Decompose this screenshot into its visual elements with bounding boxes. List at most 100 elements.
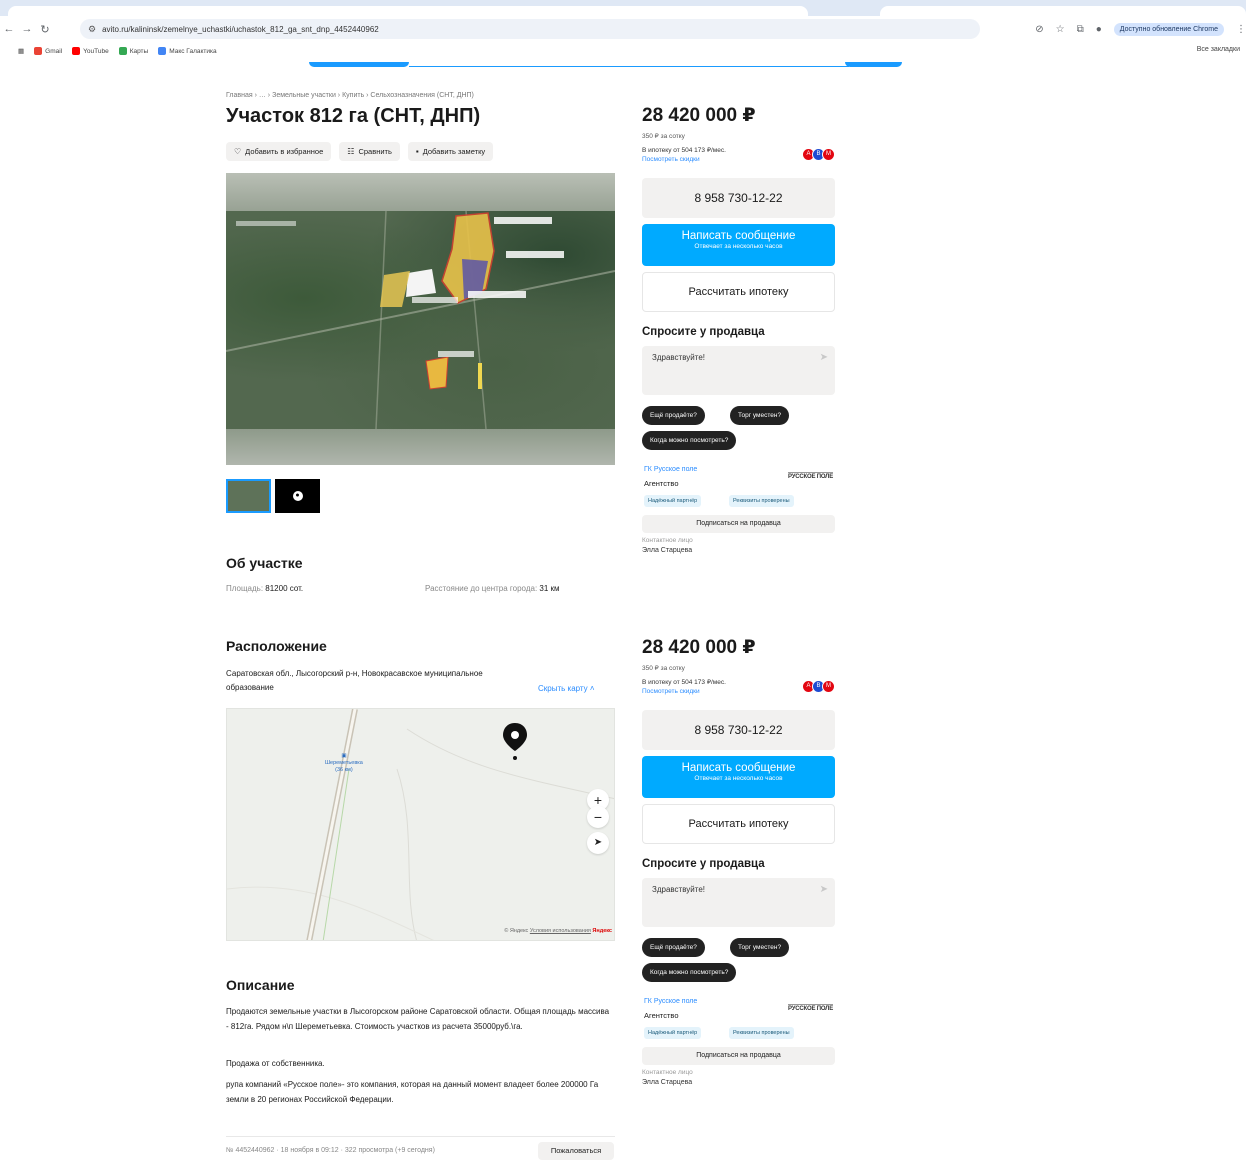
browser-tabstrip [0,0,1246,16]
complain-button[interactable]: Пожаловаться [538,1142,614,1160]
all-bookmarks[interactable]: Все закладки [1197,46,1240,53]
about-heading: Об участке [226,555,303,571]
youtube-icon [72,47,81,55]
site-info-icon[interactable]: ⚙ [88,24,96,35]
page-title: Участок 812 га (СНТ, ДНП) [226,105,481,127]
write-message-button[interactable]: Написать сообщение Отвечает за несколько… [642,224,835,266]
seller-logo[interactable]: РУССКОЕ ПОЛЕ [788,472,833,480]
badge-reliable: Надёжный партнёр [644,1027,702,1039]
bookmark-youtube[interactable]: YouTube [72,47,109,55]
discounts-link[interactable]: Посмотреть скидки [642,687,726,696]
location-map[interactable]: ▣ Шереметьевка (36 км) + − ➤ © Яндекс Ус… [226,708,615,941]
chip-when-to-view[interactable]: Когда можно посмотреть? [642,963,737,982]
bookmark-gmail[interactable]: Gmail [34,47,62,55]
compare-button[interactable]: ☷ Сравнить [339,142,400,161]
extensions-icon[interactable]: ⧉ [1077,24,1084,35]
discounts-link[interactable]: Посмотреть скидки [642,155,726,164]
browser-tab-active[interactable] [8,6,808,16]
heart-icon: ♡ [234,147,242,156]
seller-type: Агентство [644,479,679,488]
photo-thumbnails: ● [226,479,320,513]
map-terms-link[interactable]: Условия использования [530,928,591,934]
description-paragraph: Продажа от собственника. [226,1059,325,1068]
location-heading: Расположение [226,638,327,654]
write-message-button[interactable]: Написать сообщение Отвечает за несколько… [642,756,835,798]
distance-row: Расстояние до центра города: 31 км [425,584,560,593]
menu-icon[interactable]: ⋮ [1236,24,1246,35]
price: 28 420 000 ₽ [642,637,756,658]
bank-icon: М [822,148,835,161]
bank-logos: А В М [802,148,835,161]
thumbnail-photo[interactable] [226,479,271,513]
ask-seller-input[interactable]: Здравствуйте! ➤ [642,346,835,395]
area-value: 81200 сот. [265,584,304,593]
description-paragraph: Продаются земельные участки в Лысогорско… [226,1007,610,1031]
locate-button[interactable]: ➤ [587,832,609,854]
bookmark-star-icon[interactable]: ☆ [1056,24,1065,35]
subscribe-button[interactable]: Подписаться на продавца [642,515,835,533]
profile-icon[interactable]: ● [1096,24,1102,35]
contact-label: Контактное лицо [642,1069,693,1076]
gmail-icon [34,47,43,55]
area-row: Площадь: 81200 сот. [226,584,304,593]
add-note-button[interactable]: ▪ Добавить заметку [407,142,494,161]
bookmark-maps[interactable]: Карты [118,47,148,55]
back-icon[interactable]: ← [0,23,18,35]
mortgage-info: В ипотеку от 504 173 ₽/мес. Посмотреть с… [642,147,726,164]
calculate-mortgage-button[interactable]: Рассчитать ипотеку [642,272,835,312]
reload-icon[interactable]: ↻ [36,23,54,36]
phone-button[interactable]: 8 958 730-12-22 [642,178,835,218]
seller-name-link[interactable]: ГК Русское поле [644,466,697,473]
translate-icon[interactable]: ⊘ [1035,24,1043,35]
satellite-image [226,210,615,430]
bank-icon: М [822,680,835,693]
distance-value: 31 км [539,584,560,593]
subscribe-button[interactable]: Подписаться на продавца [642,1047,835,1065]
bookmark-maks[interactable]: Макс Галактика [158,47,217,55]
map-attribution: © Яндекс Условия использования Яндекс [504,928,612,934]
listing-photo[interactable] [226,173,615,465]
browser-tab[interactable] [880,6,1246,16]
header-button-stub[interactable] [309,62,409,67]
send-icon[interactable]: ➤ [820,884,828,895]
calculate-mortgage-button[interactable]: Рассчитать ипотеку [642,804,835,844]
divider [226,1136,615,1137]
ask-seller-heading: Спросите у продавца [642,858,765,870]
seller-name-link[interactable]: ГК Русское поле [644,998,697,1005]
badge-reliable: Надёжный партнёр [644,495,702,507]
chip-still-selling[interactable]: Ещё продаёте? [642,938,705,957]
price-per-unit: 350 ₽ за сотку [642,133,685,140]
send-icon[interactable]: ➤ [820,352,828,363]
seller-logo[interactable]: РУССКОЕ ПОЛЕ [788,1004,833,1012]
address: Саратовская обл., Лысогорский р-н, Новок… [226,669,483,692]
header-search-button-stub[interactable] [845,62,902,67]
chip-when-to-view[interactable]: Когда можно посмотреть? [642,431,737,450]
breadcrumb[interactable]: Главная › … › Земельные участки › Купить… [226,92,474,99]
bank-logos: А В М [802,680,835,693]
ask-seller-input[interactable]: Здравствуйте! ➤ [642,878,835,927]
chip-bargain[interactable]: Торг уместен? [730,406,790,425]
camera-icon: ● [292,491,303,501]
badge-verified: Реквизиты проверены [729,495,794,507]
sidebar-card-sticky: 28 420 000 ₽ 350 ₽ за сотку В ипотеку от… [642,636,835,1116]
compare-icon: ☷ [347,147,355,156]
map-pin-icon [503,723,527,760]
apps-icon[interactable]: ▦ [18,47,24,55]
browser-toolbar: ← → ↻ ⚙ avito.ru/kalininsk/zemelnye_ucha… [0,16,1246,42]
phone-button[interactable]: 8 958 730-12-22 [642,710,835,750]
zoom-out-button[interactable]: − [587,806,609,828]
description-heading: Описание [226,977,295,993]
contact-name: Элла Старцева [642,547,693,554]
chrome-update-button[interactable]: Доступно обновление Chrome [1113,22,1224,36]
maps-icon [118,47,127,55]
chip-bargain[interactable]: Торг уместен? [730,938,790,957]
hide-map-link[interactable]: Скрыть карту ˄ [538,684,595,693]
yandex-logo[interactable]: Яндекс [592,928,612,934]
thumbnail-more[interactable]: ● [275,479,320,513]
forward-icon[interactable]: → [18,23,36,35]
address-bar[interactable]: ⚙ avito.ru/kalininsk/zemelnye_uchastki/u… [80,19,980,39]
add-favorite-button[interactable]: ♡ Добавить в избранное [226,142,332,161]
bookmarks-bar: ▦ Gmail YouTube Карты Макс Галактика Все… [0,42,1246,60]
url-text: avito.ru/kalininsk/zemelnye_uchastki/uch… [102,24,379,34]
chip-still-selling[interactable]: Ещё продаёте? [642,406,705,425]
